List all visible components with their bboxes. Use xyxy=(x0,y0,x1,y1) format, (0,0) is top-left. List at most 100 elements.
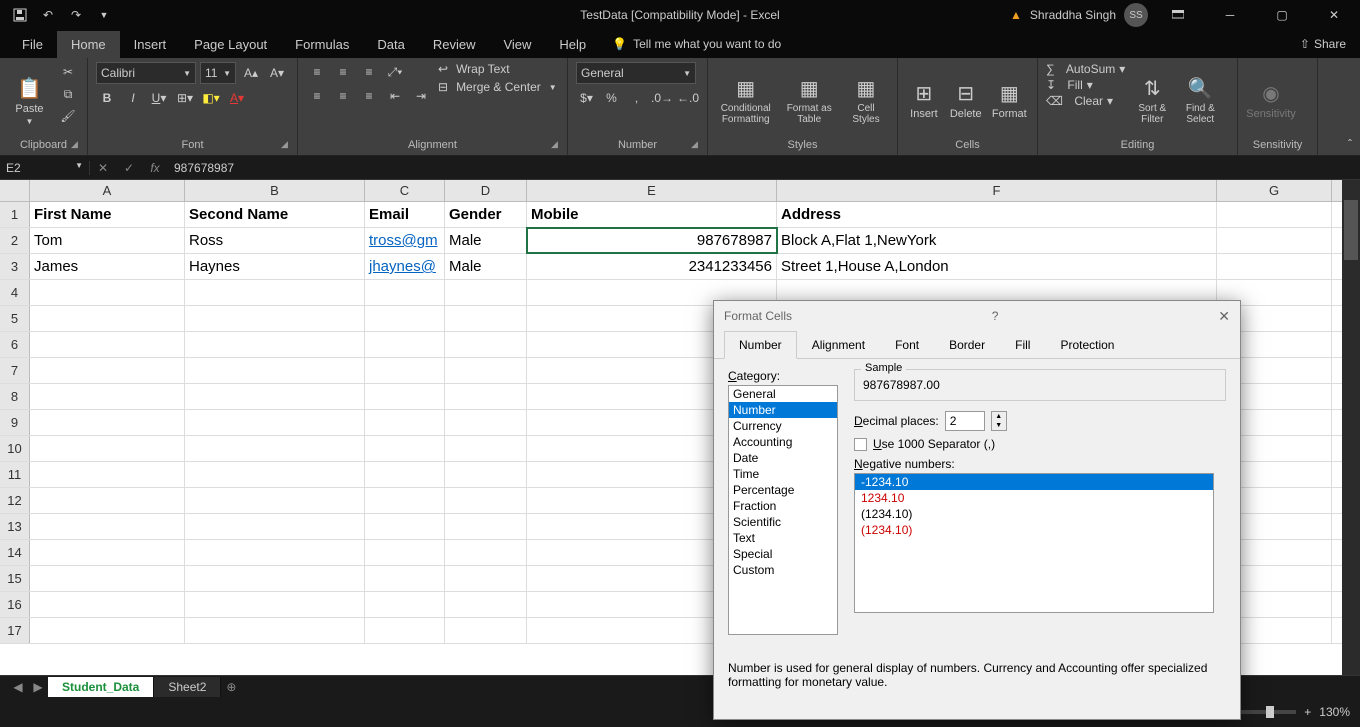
cell[interactable] xyxy=(30,280,185,305)
new-sheet-icon[interactable]: ⊕ xyxy=(221,680,241,694)
dialog-tab-fill[interactable]: Fill xyxy=(1000,331,1045,358)
cell[interactable] xyxy=(365,332,445,357)
cell[interactable] xyxy=(185,306,365,331)
category-item[interactable]: Date xyxy=(729,450,837,466)
row-header[interactable]: 3 xyxy=(0,254,30,279)
column-header-D[interactable]: D xyxy=(445,180,527,201)
row-header[interactable]: 15 xyxy=(0,566,30,591)
font-size-combo[interactable]: 11▼ xyxy=(200,62,236,84)
cell[interactable] xyxy=(365,280,445,305)
zoom-slider-thumb[interactable] xyxy=(1266,706,1274,718)
decrease-font-icon[interactable]: A▾ xyxy=(266,63,288,83)
undo-icon[interactable]: ↶ xyxy=(36,3,60,27)
cell[interactable]: James xyxy=(30,254,185,279)
delete-cells-button[interactable]: ⊟Delete xyxy=(948,62,984,139)
cell[interactable] xyxy=(185,566,365,591)
category-item[interactable]: Number xyxy=(729,402,837,418)
minimize-icon[interactable]: ─ xyxy=(1208,0,1252,30)
increase-indent-icon[interactable]: ⇥ xyxy=(410,86,432,106)
cell[interactable] xyxy=(185,592,365,617)
category-item[interactable]: Text xyxy=(729,530,837,546)
cell[interactable] xyxy=(365,566,445,591)
cell[interactable] xyxy=(185,280,365,305)
cell[interactable] xyxy=(365,592,445,617)
format-painter-icon[interactable]: 🖌 xyxy=(57,106,79,126)
cell[interactable]: Haynes xyxy=(185,254,365,279)
insert-function-icon[interactable]: fx xyxy=(142,161,168,175)
cell[interactable]: Male xyxy=(445,228,527,253)
fill-color-icon[interactable]: ◧▾ xyxy=(200,88,222,108)
formula-input[interactable]: 987678987 xyxy=(168,161,1360,175)
cell[interactable] xyxy=(30,436,185,461)
cell[interactable]: 987678987 xyxy=(527,228,777,253)
cell[interactable] xyxy=(445,514,527,539)
maximize-icon[interactable]: ▢ xyxy=(1260,0,1304,30)
dialog-tab-protection[interactable]: Protection xyxy=(1045,331,1129,358)
cell[interactable]: Male xyxy=(445,254,527,279)
tab-page-layout[interactable]: Page Layout xyxy=(180,31,281,58)
format-as-table-button[interactable]: ▦Format as Table xyxy=(781,62,837,139)
category-item[interactable]: Percentage xyxy=(729,482,837,498)
cell[interactable] xyxy=(445,436,527,461)
dialog-launcher-icon[interactable]: ◢ xyxy=(691,139,705,153)
cell[interactable] xyxy=(185,332,365,357)
dialog-tab-border[interactable]: Border xyxy=(934,331,1000,358)
row-header[interactable]: 14 xyxy=(0,540,30,565)
border-icon[interactable]: ⊞▾ xyxy=(174,88,196,108)
cut-icon[interactable]: ✂ xyxy=(57,62,79,82)
row-header[interactable]: 11 xyxy=(0,462,30,487)
cell[interactable] xyxy=(445,592,527,617)
underline-button[interactable]: U▾ xyxy=(148,88,170,108)
cell[interactable]: Tom xyxy=(30,228,185,253)
dialog-help-icon[interactable]: ? xyxy=(992,309,999,323)
row-header[interactable]: 12 xyxy=(0,488,30,513)
save-icon[interactable] xyxy=(8,3,32,27)
cell[interactable] xyxy=(445,306,527,331)
row-header[interactable]: 4 xyxy=(0,280,30,305)
sheet-nav-prev-icon[interactable]: ◀ xyxy=(8,680,28,694)
row-header[interactable]: 6 xyxy=(0,332,30,357)
cell[interactable] xyxy=(445,488,527,513)
cell[interactable] xyxy=(30,410,185,435)
decimal-places-input[interactable]: 2 xyxy=(945,411,985,431)
tell-me[interactable]: 💡 Tell me what you want to do xyxy=(612,37,781,51)
cell-styles-button[interactable]: ▦Cell Styles xyxy=(843,62,889,139)
cell[interactable] xyxy=(185,410,365,435)
number-format-combo[interactable]: General▼ xyxy=(576,62,696,84)
category-item[interactable]: Scientific xyxy=(729,514,837,530)
cell[interactable] xyxy=(185,358,365,383)
formula-enter-icon[interactable]: ✓ xyxy=(116,161,142,175)
zoom-in-icon[interactable]: + xyxy=(1304,705,1311,719)
cell[interactable]: Gender xyxy=(445,202,527,227)
cell[interactable]: Street 1,House A,London xyxy=(777,254,1217,279)
cell[interactable] xyxy=(30,332,185,357)
cell[interactable] xyxy=(30,592,185,617)
wrap-text-button[interactable]: ↩Wrap Text xyxy=(438,62,557,76)
category-item[interactable]: Currency xyxy=(729,418,837,434)
row-header[interactable]: 1 xyxy=(0,202,30,227)
tab-insert[interactable]: Insert xyxy=(120,31,181,58)
increase-decimal-icon[interactable]: .0→ xyxy=(651,88,673,108)
cell[interactable] xyxy=(445,410,527,435)
cell[interactable] xyxy=(30,358,185,383)
cell[interactable]: jhaynes@ xyxy=(365,254,445,279)
cell[interactable]: tross@gm xyxy=(365,228,445,253)
column-header-G[interactable]: G xyxy=(1217,180,1332,201)
tab-help[interactable]: Help xyxy=(545,31,600,58)
column-header-E[interactable]: E xyxy=(527,180,777,201)
category-item[interactable]: Custom xyxy=(729,562,837,578)
dialog-tab-alignment[interactable]: Alignment xyxy=(797,331,880,358)
dialog-close-icon[interactable]: ✕ xyxy=(1218,308,1230,325)
cell[interactable] xyxy=(30,566,185,591)
autosum-button[interactable]: ∑ AutoSum▾ xyxy=(1046,62,1125,76)
negative-option[interactable]: (1234.10) xyxy=(855,522,1213,538)
cell[interactable] xyxy=(1217,254,1332,279)
cell[interactable] xyxy=(365,436,445,461)
cell[interactable] xyxy=(445,540,527,565)
cell[interactable] xyxy=(365,462,445,487)
format-cells-button[interactable]: ▦Format xyxy=(990,62,1029,139)
ribbon-display-icon[interactable] xyxy=(1156,0,1200,30)
cell[interactable]: Address xyxy=(777,202,1217,227)
bold-button[interactable]: B xyxy=(96,88,118,108)
find-select-button[interactable]: 🔍Find & Select xyxy=(1179,62,1221,139)
